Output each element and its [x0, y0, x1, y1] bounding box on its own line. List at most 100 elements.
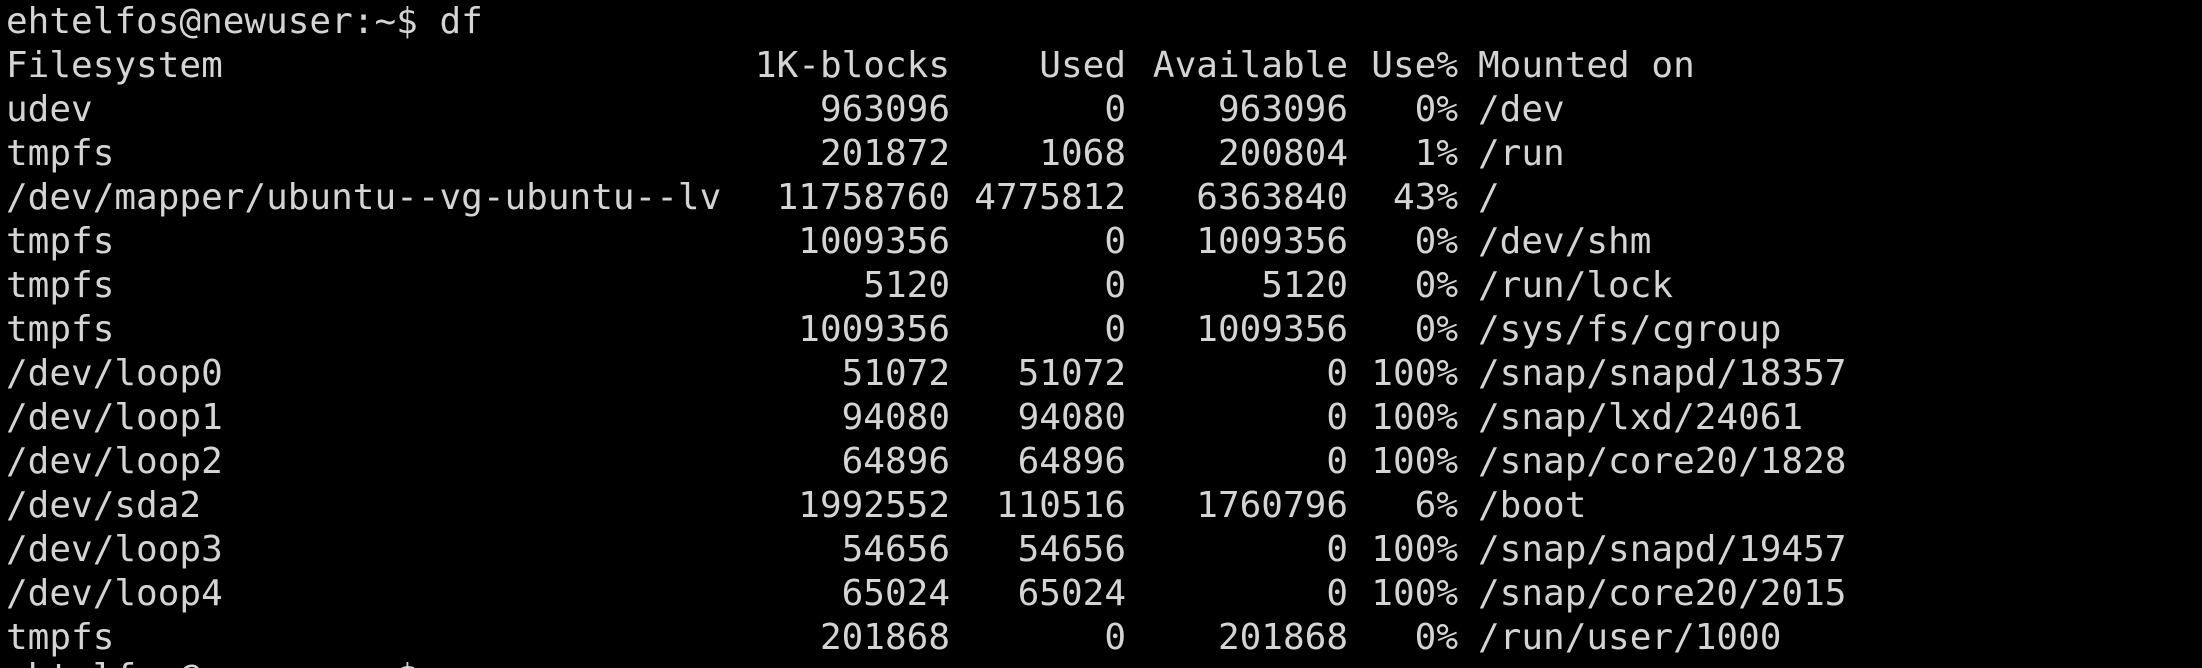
row-use-pct: 100%: [1371, 529, 1458, 570]
row-use-pct: 0%: [1414, 89, 1458, 130]
row-mounted-on: /snap/core20/1828: [1478, 441, 1847, 482]
row-use-pct: 1%: [1414, 133, 1458, 174]
row-filesystem: udev: [6, 89, 93, 130]
table-row: tmpfs 201872 1068 200804 1% /run: [0, 132, 2202, 176]
row-mounted-on: /boot: [1478, 485, 1587, 526]
row-blocks: 201872: [819, 133, 950, 174]
row-filesystem: /dev/mapper/ubuntu--vg-ubuntu--lv: [6, 177, 722, 218]
row-mounted-on: /snap/lxd/24061: [1478, 397, 1804, 438]
row-used: 110516: [995, 485, 1126, 526]
command-prompt: ehtelfos@newuser:~$ df: [6, 1, 483, 42]
row-mounted-on: /snap/snapd/19457: [1478, 529, 1847, 570]
next-command-prompt: ehtelfos@newuser:~$: [6, 656, 418, 668]
row-used: 1068: [1039, 133, 1126, 174]
row-blocks: 94080: [841, 397, 950, 438]
table-row: tmpfs 5120 0 5120 0% /run/lock: [0, 264, 2202, 308]
row-use-pct: 100%: [1371, 573, 1458, 614]
row-use-pct: 0%: [1414, 617, 1458, 658]
row-blocks: 963096: [819, 89, 950, 130]
header-filesystem: Filesystem: [6, 45, 223, 86]
row-use-pct: 0%: [1414, 265, 1458, 306]
row-mounted-on: /dev/shm: [1478, 221, 1652, 262]
row-use-pct: 0%: [1414, 221, 1458, 262]
table-row: tmpfs 1009356 0 1009356 0% /dev/shm: [0, 220, 2202, 264]
row-available: 963096: [1217, 89, 1348, 130]
row-filesystem: tmpfs: [6, 309, 115, 350]
row-blocks: 54656: [841, 529, 950, 570]
row-used: 65024: [1017, 573, 1126, 614]
row-available: 0: [1326, 573, 1348, 614]
row-blocks: 1992552: [798, 485, 950, 526]
row-used: 0: [1104, 309, 1126, 350]
row-use-pct: 100%: [1371, 353, 1458, 394]
table-row: /dev/loop4 65024 65024 0 100% /snap/core…: [0, 572, 2202, 616]
row-available: 0: [1326, 353, 1348, 394]
row-available: 6363840: [1196, 177, 1348, 218]
row-available: 0: [1326, 529, 1348, 570]
table-row: /dev/loop3 54656 54656 0 100% /snap/snap…: [0, 528, 2202, 572]
row-mounted-on: /snap/snapd/18357: [1478, 353, 1847, 394]
table-header: Filesystem 1K-blocks Used Available Use%…: [0, 44, 2202, 88]
row-mounted-on: /snap/core20/2015: [1478, 573, 1847, 614]
row-filesystem: /dev/loop3: [6, 529, 223, 570]
row-available: 1009356: [1196, 221, 1348, 262]
table-row: /dev/loop2 64896 64896 0 100% /snap/core…: [0, 440, 2202, 484]
row-used: 51072: [1017, 353, 1126, 394]
row-available: 1009356: [1196, 309, 1348, 350]
row-used: 0: [1104, 617, 1126, 658]
row-blocks: 64896: [841, 441, 950, 482]
row-mounted-on: /run: [1478, 133, 1565, 174]
header-used: Used: [1039, 45, 1126, 86]
row-filesystem: /dev/loop4: [6, 573, 223, 614]
row-use-pct: 0%: [1414, 309, 1458, 350]
row-used: 0: [1104, 265, 1126, 306]
row-filesystem: tmpfs: [6, 617, 115, 658]
table-row: /dev/mapper/ubuntu--vg-ubuntu--lv 117587…: [0, 176, 2202, 220]
row-blocks: 51072: [841, 353, 950, 394]
row-available: 0: [1326, 441, 1348, 482]
row-mounted-on: /sys/fs/cgroup: [1478, 309, 1782, 350]
row-use-pct: 100%: [1371, 397, 1458, 438]
terminal-window[interactable]: ehtelfos@newuser:~$ df Filesystem 1K-blo…: [0, 0, 2202, 668]
row-filesystem: tmpfs: [6, 221, 115, 262]
row-filesystem: tmpfs: [6, 133, 115, 174]
row-mounted-on: /run/lock: [1478, 265, 1674, 306]
row-blocks: 11758760: [776, 177, 950, 218]
row-used: 54656: [1017, 529, 1126, 570]
row-available: 201868: [1217, 617, 1348, 658]
table-row: /dev/sda2 1992552 110516 1760796 6% /boo…: [0, 484, 2202, 528]
row-available: 5120: [1261, 265, 1348, 306]
row-available: 1760796: [1196, 485, 1348, 526]
row-mounted-on: /dev: [1478, 89, 1565, 130]
table-row: /dev/loop0 51072 51072 0 100% /snap/snap…: [0, 352, 2202, 396]
row-blocks: 201868: [819, 617, 950, 658]
header-available: Available: [1152, 45, 1348, 86]
row-use-pct: 43%: [1392, 177, 1458, 218]
row-mounted-on: /run/user/1000: [1478, 617, 1782, 658]
row-blocks: 1009356: [798, 221, 950, 262]
row-filesystem: /dev/loop0: [6, 353, 223, 394]
row-filesystem: /dev/loop1: [6, 397, 223, 438]
header-mounted-on: Mounted on: [1478, 45, 1695, 86]
row-filesystem: /dev/sda2: [6, 485, 202, 526]
header-use-pct: Use%: [1371, 45, 1458, 86]
table-row: tmpfs 1009356 0 1009356 0% /sys/fs/cgrou…: [0, 308, 2202, 352]
row-used: 0: [1104, 221, 1126, 262]
row-blocks: 1009356: [798, 309, 950, 350]
row-use-pct: 100%: [1371, 441, 1458, 482]
row-available: 0: [1326, 397, 1348, 438]
row-used: 4775812: [974, 177, 1126, 218]
row-available: 200804: [1217, 133, 1348, 174]
table-row: /dev/loop1 94080 94080 0 100% /snap/lxd/…: [0, 396, 2202, 440]
row-used: 0: [1104, 89, 1126, 130]
row-mounted-on: /: [1478, 177, 1500, 218]
row-filesystem: tmpfs: [6, 265, 115, 306]
row-used: 94080: [1017, 397, 1126, 438]
row-used: 64896: [1017, 441, 1126, 482]
row-blocks: 65024: [841, 573, 950, 614]
row-blocks: 5120: [863, 265, 950, 306]
row-use-pct: 6%: [1414, 485, 1458, 526]
table-row: udev 963096 0 963096 0% /dev: [0, 88, 2202, 132]
table-row: tmpfs 201868 0 201868 0% /run/user/1000: [0, 616, 2202, 660]
row-filesystem: /dev/loop2: [6, 441, 223, 482]
